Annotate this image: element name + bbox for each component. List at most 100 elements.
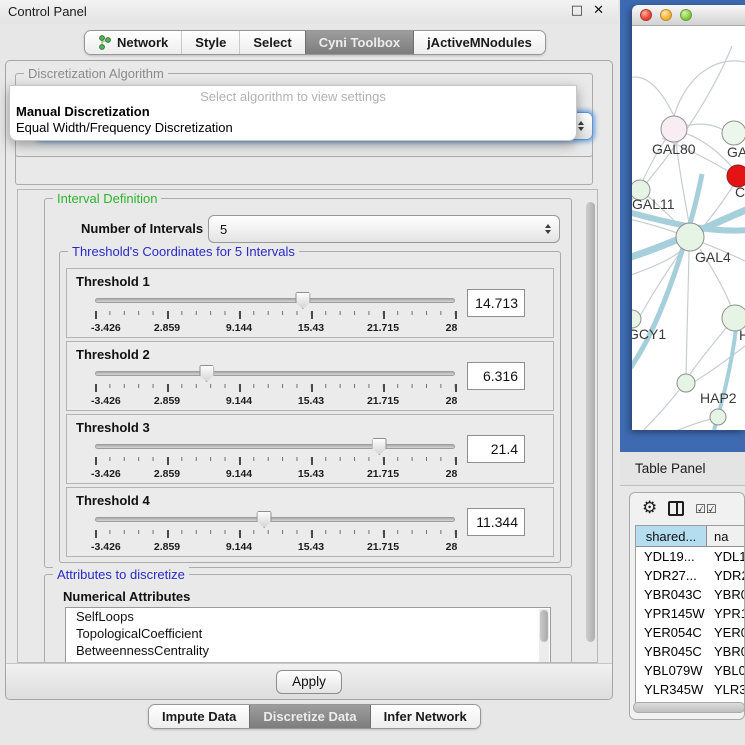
slider-scale-label: -3.426 bbox=[91, 395, 121, 407]
vertical-scrollbar[interactable] bbox=[586, 202, 595, 642]
scrollbar-thumb[interactable] bbox=[540, 610, 548, 642]
network-edge bbox=[632, 419, 711, 430]
network-node[interactable] bbox=[676, 223, 704, 251]
numerical-attributes-label: Numerical Attributes bbox=[63, 589, 190, 604]
threshold-1-slider[interactable]: -3.4262.8599.14415.4321.71528 bbox=[95, 294, 455, 336]
table-cell: YBR0 bbox=[707, 644, 745, 659]
slider-thumb[interactable] bbox=[372, 438, 387, 455]
network-edge bbox=[674, 61, 745, 116]
network-node[interactable] bbox=[710, 409, 726, 425]
scrollbar-thumb[interactable] bbox=[633, 702, 745, 713]
table-cell: YER0 bbox=[707, 625, 745, 640]
table-header-row: shared... na bbox=[636, 526, 745, 547]
network-node[interactable] bbox=[722, 121, 745, 145]
tab-cyni-toolbox[interactable]: Cyni Toolbox bbox=[305, 31, 413, 54]
select-columns-icon[interactable]: ☑☑ bbox=[695, 502, 717, 516]
table-panel-title: Table Panel bbox=[635, 461, 706, 476]
slider-scale-label: 21.715 bbox=[367, 395, 399, 407]
table-row[interactable]: YBR045CYBR0 bbox=[636, 642, 745, 661]
minimize-button[interactable] bbox=[660, 9, 672, 21]
slider-scale-label: 28 bbox=[446, 322, 458, 334]
slider-scale: -3.4262.8599.14415.4321.71528 bbox=[95, 395, 455, 407]
close-icon[interactable]: ✕ bbox=[593, 3, 604, 18]
tab-jactivemnodules[interactable]: jActiveMNodules bbox=[413, 31, 545, 54]
slider-scale-label: 28 bbox=[446, 395, 458, 407]
table-cell: YBL079W bbox=[636, 663, 707, 678]
slider-track[interactable] bbox=[95, 444, 455, 449]
list-item[interactable]: BetweennessCentrality bbox=[66, 642, 550, 659]
slider-scale-label: 15.43 bbox=[298, 322, 324, 334]
threshold-1-value-input[interactable]: 14.713 bbox=[467, 289, 525, 317]
threshold-4-slider[interactable]: -3.4262.8599.14415.4321.71528 bbox=[95, 513, 455, 555]
slider-scale: -3.4262.8599.14415.4321.71528 bbox=[95, 322, 455, 334]
slider-scale-label: 28 bbox=[446, 468, 458, 480]
dropdown-option-equal-width[interactable]: Equal Width/Frequency Discretization bbox=[10, 120, 576, 136]
group-title: Threshold's Coordinates for 5 Intervals bbox=[68, 244, 299, 259]
horizontal-scrollbar[interactable] bbox=[633, 702, 745, 713]
network-window-titlebar[interactable] bbox=[632, 5, 745, 26]
thresholds-group: Threshold's Coordinates for 5 Intervals … bbox=[59, 251, 561, 563]
table-panel: ⚙ ☑☑ shared... na YDL19...YDL1YDR27...YD… bbox=[629, 492, 745, 720]
tab-network-label: Network bbox=[117, 35, 168, 50]
tab-select[interactable]: Select bbox=[239, 31, 304, 54]
table-row[interactable]: YPR145WYPR1 bbox=[636, 604, 745, 623]
network-view[interactable]: GAL80GACGAL11GAL4GCY1HHAP2 bbox=[632, 26, 745, 430]
float-icon[interactable]: □ bbox=[571, 3, 583, 18]
column-header-name[interactable]: na bbox=[707, 526, 745, 546]
threshold-2-value-input[interactable]: 6.316 bbox=[467, 362, 525, 390]
gear-icon[interactable]: ⚙ bbox=[642, 500, 657, 517]
table-rows: YDL19...YDL1YDR27...YDR2YBR043CYBR0YPR14… bbox=[636, 547, 745, 706]
table-cell: YLR345W bbox=[636, 682, 707, 697]
table-row[interactable]: YBL079WYBL0 bbox=[636, 661, 745, 680]
dropdown-hint: Select algorithm to view settings bbox=[10, 89, 576, 104]
apply-button[interactable]: Apply bbox=[276, 670, 342, 694]
tab-infer-network[interactable]: Infer Network bbox=[370, 705, 480, 728]
threshold-label: Threshold 2 bbox=[76, 347, 150, 362]
table-toolbar: ⚙ ☑☑ bbox=[630, 493, 744, 524]
slider-track[interactable] bbox=[95, 517, 455, 522]
slider-thumb[interactable] bbox=[199, 365, 214, 382]
threshold-label: Threshold 3 bbox=[76, 420, 150, 435]
slider-scale-label: 28 bbox=[446, 541, 458, 553]
network-node-label: GCY1 bbox=[632, 326, 666, 342]
column-header-shared-name[interactable]: shared... bbox=[636, 526, 707, 546]
table-cell: YER054C bbox=[636, 625, 707, 640]
network-node[interactable] bbox=[677, 374, 695, 392]
cyni-mode-tabs: Impute Data Discretize Data Infer Networ… bbox=[148, 704, 481, 729]
list-item[interactable]: SelfLoops bbox=[66, 608, 550, 625]
slider-scale-label: 15.43 bbox=[298, 468, 324, 480]
network-node[interactable] bbox=[661, 116, 687, 142]
tab-style[interactable]: Style bbox=[181, 31, 239, 54]
threshold-2-slider[interactable]: -3.4262.8599.14415.4321.71528 bbox=[95, 367, 455, 409]
threshold-3-slider[interactable]: -3.4262.8599.14415.4321.71528 bbox=[95, 440, 455, 482]
combo-arrows-icon bbox=[545, 224, 551, 234]
table-row[interactable]: YDR27...YDR2 bbox=[636, 566, 745, 585]
group-title: Attributes to discretize bbox=[53, 567, 189, 582]
network-node-label: GAL11 bbox=[632, 196, 675, 212]
tab-discretize-data[interactable]: Discretize Data bbox=[249, 705, 369, 728]
table-row[interactable]: YDL19...YDL1 bbox=[636, 547, 745, 566]
close-button[interactable] bbox=[640, 9, 652, 21]
slider-track[interactable] bbox=[95, 371, 455, 376]
split-view-icon[interactable] bbox=[668, 501, 684, 516]
slider-thumb[interactable] bbox=[257, 511, 272, 528]
table-row[interactable]: YER054CYER0 bbox=[636, 623, 745, 642]
threshold-3-value-input[interactable]: 21.4 bbox=[467, 435, 525, 463]
dropdown-option-manual-discretization[interactable]: Manual Discretization bbox=[10, 104, 576, 120]
tab-impute-data[interactable]: Impute Data bbox=[149, 705, 249, 728]
table-row[interactable]: YBR043CYBR0 bbox=[636, 585, 745, 604]
slider-thumb[interactable] bbox=[295, 292, 310, 309]
tab-network[interactable]: Network bbox=[85, 31, 181, 54]
list-scrollbar[interactable] bbox=[539, 609, 549, 663]
list-item[interactable]: TopologicalCoefficient bbox=[66, 625, 550, 642]
slider-ticks bbox=[95, 311, 455, 320]
threshold-2-panel: Threshold 2 -3.4262.8599.14415.4321.7152… bbox=[66, 341, 554, 411]
table-row[interactable]: YLR345WYLR3 bbox=[636, 680, 745, 699]
slider-track[interactable] bbox=[95, 298, 455, 303]
threshold-4-value-input[interactable]: 11.344 bbox=[467, 508, 525, 536]
slider-scale-label: -3.426 bbox=[91, 541, 121, 553]
number-of-intervals-combobox[interactable]: 5 bbox=[208, 215, 560, 243]
slider-scale-label: 15.43 bbox=[298, 395, 324, 407]
network-edge bbox=[694, 346, 745, 382]
zoom-button[interactable] bbox=[680, 9, 692, 21]
